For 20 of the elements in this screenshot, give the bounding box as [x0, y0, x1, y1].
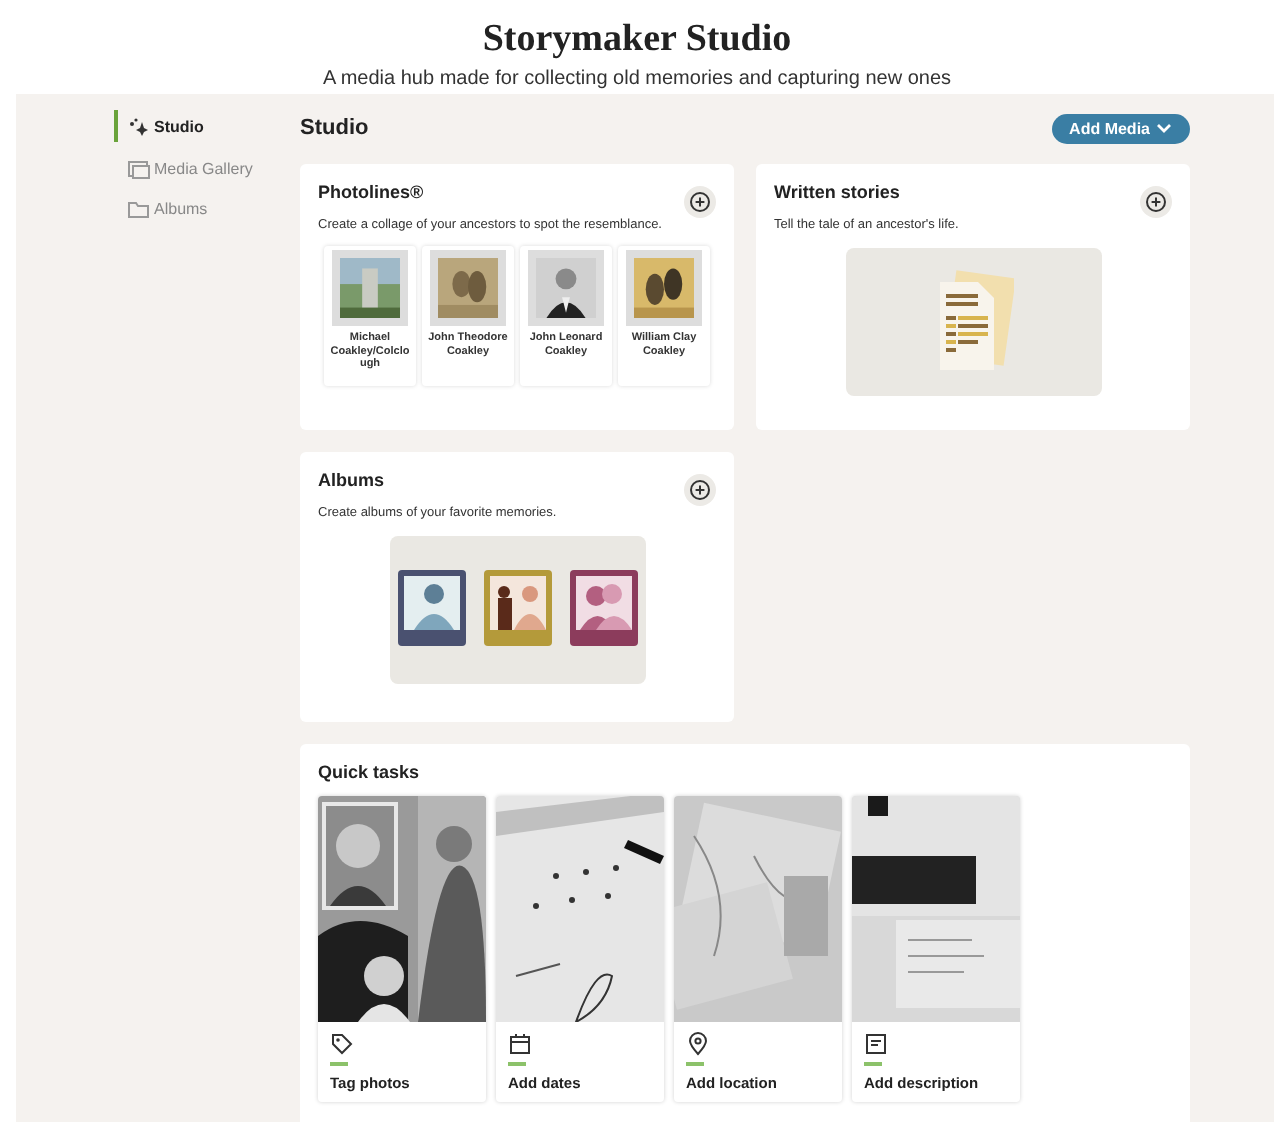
sidebar-item[interactable]: Studio	[114, 110, 300, 142]
gallery-icon	[126, 156, 150, 180]
add-icon[interactable]	[1140, 186, 1172, 218]
card-title: Quick tasks	[318, 762, 422, 782]
sparkle-icon	[126, 114, 150, 138]
tag-icon	[330, 1032, 354, 1056]
calendar-icon	[508, 1032, 532, 1056]
folder-icon	[126, 196, 150, 220]
location-pin-icon	[686, 1032, 710, 1056]
add-media-button[interactable]: Add Media	[1051, 113, 1190, 143]
add-icon[interactable]	[684, 474, 716, 506]
card-title: Photolines®	[318, 182, 424, 202]
page-title: Storymaker Studio	[480, 18, 794, 62]
chevron-down-icon	[1156, 122, 1172, 134]
section-title: Studio	[300, 116, 369, 140]
add-icon[interactable]	[684, 186, 716, 218]
note-icon	[864, 1032, 888, 1056]
card-title: Written stories	[774, 182, 900, 202]
page-subtitle: A media hub made for collecting old memories and capturing new ones	[320, 68, 954, 90]
card-title: Albums	[318, 470, 385, 490]
